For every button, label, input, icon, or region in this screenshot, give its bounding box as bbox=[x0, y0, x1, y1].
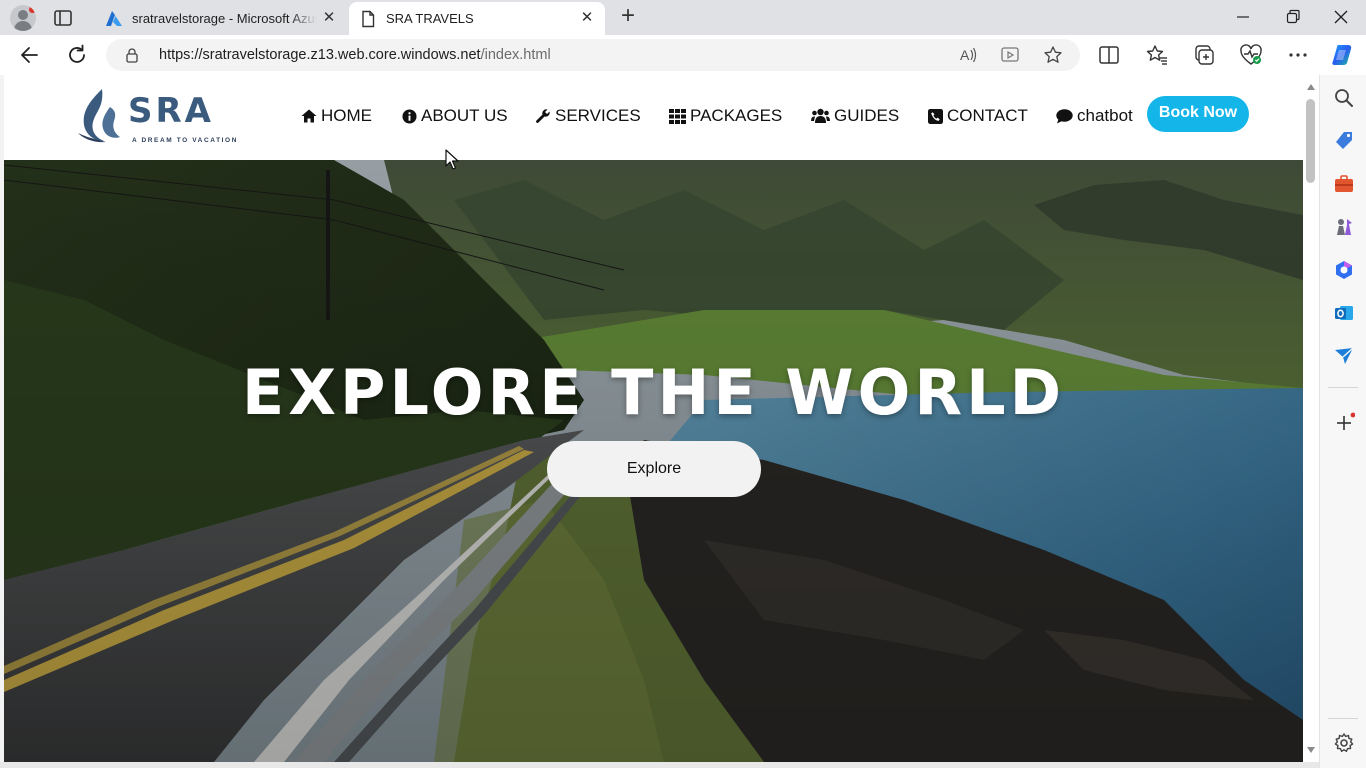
page-scrollbar[interactable] bbox=[1303, 75, 1319, 762]
url-host: https://sratravelstorage.z13.web.core.wi… bbox=[159, 47, 481, 63]
home-icon bbox=[301, 109, 317, 123]
outlook-icon[interactable] bbox=[1333, 302, 1355, 324]
nav-about-us[interactable]: ABOUT US bbox=[402, 105, 508, 127]
nav-packages[interactable]: PACKAGES bbox=[669, 105, 782, 127]
azure-logo-icon bbox=[106, 11, 122, 26]
nav-label: PACKAGES bbox=[690, 106, 783, 125]
drop-send-icon[interactable] bbox=[1333, 345, 1355, 367]
sidebar-divider bbox=[1328, 387, 1358, 388]
url-path: /index.html bbox=[480, 47, 551, 63]
browser-toolbar: https://sratravelstorage.z13.web.core.wi… bbox=[0, 35, 1366, 75]
browser-title-bar: sratravelstorage - Microsoft Azure ✕ SRA… bbox=[0, 0, 1366, 35]
tab-title: sratravelstorage - Microsoft Azure bbox=[132, 11, 317, 26]
explore-button[interactable]: Explore bbox=[547, 441, 761, 497]
nav-contact[interactable]: CONTACT bbox=[928, 105, 1028, 127]
new-tab-button[interactable]: + bbox=[616, 4, 640, 29]
hero-section: EXPLORE THE WORLD Explore bbox=[4, 160, 1303, 762]
restore-window-icon[interactable] bbox=[1278, 4, 1308, 30]
info-circle-icon bbox=[402, 108, 417, 124]
immersive-reader-icon[interactable] bbox=[1000, 45, 1020, 65]
book-now-button[interactable]: Book Now bbox=[1147, 96, 1249, 132]
close-tab-icon[interactable]: ✕ bbox=[579, 10, 595, 26]
close-window-icon[interactable] bbox=[1326, 4, 1356, 30]
tab-sra-travels[interactable]: SRA TRAVELS ✕ bbox=[349, 2, 605, 35]
scrollbar-thumb[interactable] bbox=[1306, 99, 1315, 183]
site-header: SRA A DREAM TO VACATION HOME ABOUT US SE… bbox=[4, 75, 1303, 160]
search-icon[interactable] bbox=[1333, 87, 1355, 109]
logo-tagline: A DREAM TO VACATION bbox=[132, 137, 238, 144]
scroll-down-arrow-icon[interactable] bbox=[1306, 746, 1316, 754]
favorite-star-icon[interactable] bbox=[1043, 45, 1063, 65]
page-icon bbox=[362, 10, 375, 28]
logo-text: SRA bbox=[128, 91, 214, 131]
profile-avatar-icon[interactable] bbox=[10, 5, 36, 31]
more-options-icon[interactable] bbox=[1286, 43, 1310, 67]
close-tab-icon[interactable]: ✕ bbox=[321, 10, 337, 26]
tab-azure[interactable]: sratravelstorage - Microsoft Azure ✕ bbox=[95, 2, 347, 35]
svg-text:A: A bbox=[960, 47, 970, 63]
nav-label: GUIDES bbox=[834, 106, 900, 125]
nav-chatbot[interactable]: chatbot bbox=[1056, 105, 1133, 127]
nav-label: SERVICES bbox=[555, 106, 641, 125]
browser-essentials-icon[interactable] bbox=[1239, 43, 1263, 67]
read-aloud-icon[interactable]: A bbox=[958, 45, 978, 65]
flame-logo-icon bbox=[78, 89, 120, 143]
microsoft-365-icon[interactable] bbox=[1333, 259, 1355, 281]
nav-guides[interactable]: GUIDES bbox=[811, 105, 899, 127]
window-bottom-edge bbox=[0, 762, 1319, 768]
lock-icon[interactable] bbox=[124, 47, 140, 63]
wrench-icon bbox=[536, 109, 550, 123]
add-sidebar-app-icon[interactable] bbox=[1333, 412, 1355, 434]
nav-home[interactable]: HOME bbox=[301, 105, 372, 127]
hero-title: EXPLORE THE WORLD bbox=[241, 356, 1066, 429]
collections-icon[interactable] bbox=[1192, 43, 1216, 67]
copilot-icon[interactable] bbox=[1330, 43, 1354, 67]
nav-label: ABOUT US bbox=[421, 106, 508, 125]
settings-gear-icon[interactable] bbox=[1333, 732, 1355, 754]
refresh-icon[interactable] bbox=[65, 43, 89, 67]
url-text[interactable]: https://sratravelstorage.z13.web.core.wi… bbox=[159, 47, 551, 63]
phone-square-icon bbox=[928, 108, 943, 124]
grid-icon bbox=[669, 108, 686, 124]
favorites-icon[interactable] bbox=[1145, 43, 1169, 67]
games-chess-icon[interactable] bbox=[1333, 216, 1355, 238]
nav-label: CONTACT bbox=[947, 106, 1028, 125]
nav-label: HOME bbox=[321, 106, 372, 125]
tools-briefcase-icon[interactable] bbox=[1333, 173, 1355, 195]
minimize-window-icon[interactable] bbox=[1228, 4, 1258, 30]
edge-sidebar bbox=[1319, 75, 1366, 768]
tab-title: SRA TRAVELS bbox=[386, 11, 474, 26]
page-viewport: SRA A DREAM TO VACATION HOME ABOUT US SE… bbox=[4, 75, 1303, 762]
sidebar-divider bbox=[1328, 718, 1358, 719]
shopping-tag-icon[interactable] bbox=[1333, 130, 1355, 152]
address-bar[interactable]: https://sratravelstorage.z13.web.core.wi… bbox=[106, 39, 1080, 71]
tab-actions-icon[interactable] bbox=[52, 7, 74, 29]
users-icon bbox=[811, 108, 830, 123]
scroll-up-arrow-icon[interactable] bbox=[1306, 83, 1316, 91]
back-arrow-icon[interactable] bbox=[18, 43, 42, 67]
nav-label: chatbot bbox=[1077, 106, 1133, 125]
nav-services[interactable]: SERVICES bbox=[535, 105, 641, 127]
split-screen-icon[interactable] bbox=[1097, 43, 1121, 67]
mouse-cursor-icon bbox=[445, 149, 459, 170]
sra-logo[interactable]: SRA A DREAM TO VACATION bbox=[76, 85, 236, 147]
notification-dot bbox=[29, 6, 36, 13]
comment-icon bbox=[1056, 108, 1073, 123]
